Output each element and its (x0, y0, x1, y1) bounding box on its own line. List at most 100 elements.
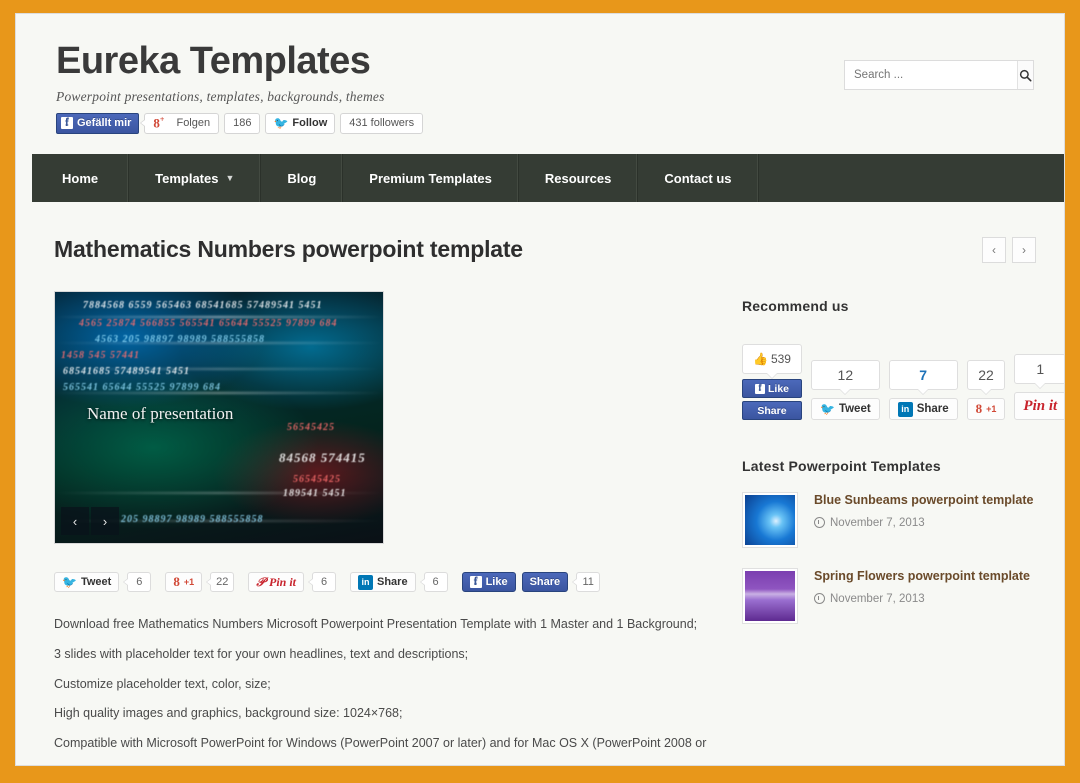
linkedin-icon: in (897, 401, 913, 417)
bg-number-row: 565541 65644 55525 97899 684 (63, 382, 221, 393)
facebook-like-count-bubble: 👍 539 (742, 344, 802, 379)
featured-image[interactable]: 7884568 6559 565463 68541685 57489541 54… (54, 291, 384, 544)
description-line: 3 slides with placeholder text for your … (54, 646, 469, 661)
tweet-count: 6 (123, 572, 152, 592)
description-line: Download free Mathematics Numbers Micros… (54, 617, 698, 631)
twitter-followers-count: 431 followers (349, 117, 415, 130)
facebook-like-label: Like (485, 576, 508, 588)
facebook-share-label: Share (757, 404, 787, 417)
linkedin-share-button[interactable]: in Share (350, 572, 416, 592)
linkedin-count: 6 (419, 572, 448, 592)
twitter-icon: 🐦 (819, 402, 835, 416)
nav-label: Blog (287, 170, 317, 186)
description-line: Compatible with Microsoft PowerPoint for… (54, 736, 707, 750)
facebook-stack: 👍 539 f Like Share (742, 344, 802, 420)
main-navigation: Home Templates ▼ Blog Premium Templates … (32, 154, 1064, 202)
thumbnail-image (745, 495, 795, 545)
pinterest-icon: 𝒫 (256, 574, 265, 589)
header-social-strip: f Gefällt mir 8+ Folgen 186 🐦 Follow 431… (56, 112, 1056, 134)
linkedin-icon: in (358, 574, 373, 590)
facebook-like-button[interactable]: f Like (742, 379, 802, 398)
thumbnail (742, 568, 798, 624)
gplus-count-badge: 186 (224, 112, 261, 134)
gplus-follow-button[interactable]: 8+ Folgen (140, 112, 220, 134)
facebook-share-button[interactable]: Share (521, 572, 569, 592)
google-plus-icon: 8 (975, 401, 983, 416)
pinit-count: 1 (1036, 361, 1045, 377)
list-item-date-text: November 7, 2013 (830, 592, 925, 605)
bg-number-row: 189541 5451 (283, 488, 347, 499)
slider-next-button[interactable]: › (91, 507, 119, 535)
search-icon (1019, 69, 1032, 82)
pinit-stack: 1 Pin it (1014, 354, 1064, 420)
list-item-title[interactable]: Blue Sunbeams powerpoint template (814, 492, 1033, 509)
gplus-count: 22 (978, 367, 994, 383)
bg-number-row: 4563 205 98897 98989 588555858 (95, 334, 265, 345)
nav-label: Contact us (664, 170, 732, 186)
facebook-like-label: Like (767, 382, 789, 395)
gplus-one-button[interactable]: 8 +1 (165, 572, 203, 592)
nav-item-resources[interactable]: Resources (519, 154, 639, 202)
gplus-one-button[interactable]: 8 +1 (966, 398, 1006, 420)
tweet-count: 12 (837, 367, 854, 383)
main-column: Mathematics Numbers powerpoint template … (54, 236, 1036, 759)
nav-item-home[interactable]: Home (32, 154, 130, 202)
nav-label: Home (62, 170, 99, 186)
page-shell: Eureka Templates Powerpoint presentation… (16, 14, 1064, 765)
pinit-count: 6 (308, 572, 336, 592)
thumbnail (742, 492, 798, 548)
nav-label: Premium Templates (369, 170, 492, 186)
nav-label: Resources (544, 170, 612, 186)
list-item-body: Blue Sunbeams powerpoint template Novemb… (814, 492, 1033, 548)
facebook-like-button[interactable]: f Like (461, 572, 516, 592)
gplus-plus-one-label: +1 (183, 577, 195, 587)
list-item[interactable]: Spring Flowers powerpoint template Novem… (742, 568, 1044, 624)
bg-number-row: 7884568 6559 565463 68541685 57489541 54… (83, 300, 323, 311)
sidebar: Recommend us 👍 539 f Like Share 12 🐦 Twe… (714, 236, 1064, 759)
clock-icon (814, 593, 825, 605)
search-input[interactable] (845, 61, 1017, 89)
list-item-date: November 7, 2013 (814, 593, 1030, 605)
search-button[interactable] (1017, 61, 1033, 89)
facebook-share-button[interactable]: Share (742, 401, 802, 420)
search-box (844, 60, 1034, 90)
facebook-icon: f (61, 117, 73, 130)
gplus-count: 186 (233, 117, 252, 130)
content-area: Mathematics Numbers powerpoint template … (32, 236, 1064, 759)
linkedin-label: Share (377, 576, 408, 588)
linkedin-count-bubble: 7 (888, 360, 958, 395)
linkedin-count: 7 (919, 367, 928, 383)
facebook-like-button[interactable]: f Gefällt mir (56, 112, 140, 134)
post-description: Download free Mathematics Numbers Micros… (54, 610, 707, 759)
pinit-button[interactable]: Pin it (1014, 392, 1064, 420)
list-item-title[interactable]: Spring Flowers powerpoint template (814, 568, 1030, 585)
tweet-button[interactable]: 🐦 Tweet (810, 398, 880, 420)
nav-item-contact-us[interactable]: Contact us (638, 154, 759, 202)
page-title: Mathematics Numbers powerpoint template (54, 236, 523, 262)
orange-page-frame: Eureka Templates Powerpoint presentation… (0, 0, 1080, 783)
facebook-icon: f (469, 576, 482, 588)
bg-number-row: 4565 25874 566855 565541 65644 55525 978… (79, 318, 338, 329)
linkedin-share-button[interactable]: in Share (888, 398, 958, 420)
bg-number-row: 205 98897 98989 588555858 (121, 514, 264, 525)
nav-item-blog[interactable]: Blog (261, 154, 344, 202)
twitter-followers-badge: 431 followers (340, 112, 424, 134)
tweet-stack: 12 🐦 Tweet (810, 360, 880, 420)
slider-prev-button[interactable]: ‹ (61, 507, 89, 535)
tweet-count-bubble: 12 (810, 360, 880, 395)
pinit-button[interactable]: 𝒫 Pin it (248, 572, 304, 592)
bg-number-row: 56545425 (287, 422, 335, 433)
description-line: High quality images and graphics, backgr… (54, 706, 403, 721)
nav-item-templates[interactable]: Templates ▼ (129, 154, 262, 202)
tweet-button[interactable]: 🐦 Tweet (54, 572, 120, 592)
linkedin-stack: 7 in Share (888, 360, 958, 420)
description-line: Customize placeholder text, color, size; (54, 676, 271, 691)
latest-templates-list: Blue Sunbeams powerpoint template Novemb… (742, 492, 1044, 624)
thumbnail-image (745, 571, 795, 621)
list-item[interactable]: Blue Sunbeams powerpoint template Novemb… (742, 492, 1044, 548)
nav-item-premium-templates[interactable]: Premium Templates (343, 154, 519, 202)
slide-caption: Name of presentation (87, 404, 234, 423)
twitter-follow-label: Follow (292, 117, 328, 130)
twitter-follow-button[interactable]: 🐦 Follow (265, 112, 336, 134)
facebook-icon: f (754, 383, 765, 394)
